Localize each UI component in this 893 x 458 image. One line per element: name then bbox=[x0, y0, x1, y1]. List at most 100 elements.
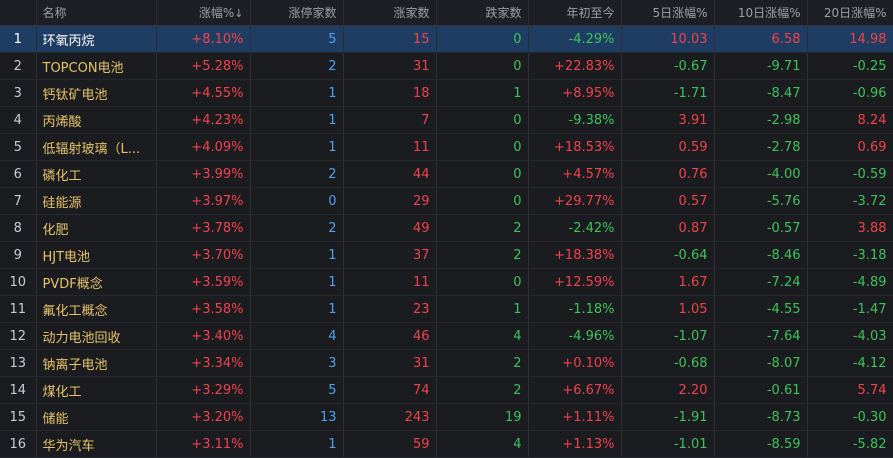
change-20d: 5.74 bbox=[807, 376, 893, 404]
table-row[interactable]: 14 煤化工 +3.29% 5 74 2 +6.67% 2.20 -0.61 5.74 bbox=[0, 376, 893, 404]
up-count: 15 bbox=[343, 25, 437, 53]
change-5d: 1.05 bbox=[621, 295, 715, 323]
table-row[interactable]: 11 氟化工概念 +3.58% 1 23 1 -1.18% 1.05 -4.55 -1.47 bbox=[0, 295, 893, 323]
ytd-change: +29.77% bbox=[528, 187, 622, 215]
row-index: 10 bbox=[0, 268, 37, 296]
sector-table: 名称 涨幅%↓ 涨停家数 涨家数 跌家数 年初至今 5日涨幅% 10日涨幅% 2… bbox=[0, 0, 893, 458]
ytd-change: +1.13% bbox=[528, 430, 622, 458]
table-row[interactable]: 2 TOPCON电池 +5.28% 2 31 0 +22.83% -0.67 -9.71 -0.2… bbox=[0, 52, 893, 80]
ytd-change: +12.59% bbox=[528, 268, 622, 296]
row-index: 14 bbox=[0, 376, 37, 404]
sector-name: PVDF概念 bbox=[36, 268, 157, 296]
table-row[interactable]: 16 华为汽车 +3.11% 1 59 4 +1.13% -1.01 -8.59 -5.82 bbox=[0, 430, 893, 458]
change-5d: 0.57 bbox=[621, 187, 715, 215]
change-pct: +3.97% bbox=[156, 187, 251, 215]
limit-up-count: 5 bbox=[250, 25, 344, 53]
change-20d: 3.88 bbox=[807, 214, 893, 242]
down-count: 1 bbox=[436, 295, 529, 323]
table-row[interactable]: 12 动力电池回收 +3.40% 4 46 4 -4.96% -1.07 -7.64 -4.03 bbox=[0, 322, 893, 350]
table-row[interactable]: 8 化肥 +3.78% 2 49 2 -2.42% 0.87 -0.57 3.88 bbox=[0, 214, 893, 242]
change-20d: -3.18 bbox=[807, 241, 893, 269]
change-10d: -8.07 bbox=[714, 349, 808, 377]
table-row[interactable]: 10 PVDF概念 +3.59% 1 11 0 +12.59% 1.67 -7.24 -4.89 bbox=[0, 268, 893, 296]
header-10d[interactable]: 10日涨幅% bbox=[714, 0, 808, 26]
ytd-change: +4.57% bbox=[528, 160, 622, 188]
row-index: 15 bbox=[0, 403, 37, 431]
change-20d: -4.89 bbox=[807, 268, 893, 296]
table-row[interactable]: 3 钙钛矿电池 +4.55% 1 18 1 +8.95% -1.71 -8.47 -0.96 bbox=[0, 79, 893, 107]
change-pct: +3.20% bbox=[156, 403, 251, 431]
change-5d: -1.91 bbox=[621, 403, 715, 431]
limit-up-count: 13 bbox=[250, 403, 344, 431]
ytd-change: +22.83% bbox=[528, 52, 622, 80]
change-5d: 0.87 bbox=[621, 214, 715, 242]
up-count: 44 bbox=[343, 160, 437, 188]
change-5d: -0.68 bbox=[621, 349, 715, 377]
sector-name: 储能 bbox=[36, 403, 157, 431]
table-row[interactable]: 5 低辐射玻璃（L... +4.09% 1 11 0 +18.53% 0.59 -2.78 0.6… bbox=[0, 133, 893, 161]
down-count: 0 bbox=[436, 25, 529, 53]
down-count: 1 bbox=[436, 79, 529, 107]
ytd-change: +1.11% bbox=[528, 403, 622, 431]
change-10d: -2.78 bbox=[714, 133, 808, 161]
sector-name: 丙烯酸 bbox=[36, 106, 157, 134]
change-10d: -4.55 bbox=[714, 295, 808, 323]
table-row[interactable]: 6 磷化工 +3.99% 2 44 0 +4.57% 0.76 -4.00 -0.59 bbox=[0, 160, 893, 188]
down-count: 0 bbox=[436, 133, 529, 161]
change-20d: -5.82 bbox=[807, 430, 893, 458]
ytd-change: +0.10% bbox=[528, 349, 622, 377]
down-count: 0 bbox=[436, 187, 529, 215]
ytd-change: -4.96% bbox=[528, 322, 622, 350]
limit-up-count: 4 bbox=[250, 322, 344, 350]
limit-up-count: 3 bbox=[250, 349, 344, 377]
row-index: 2 bbox=[0, 52, 37, 80]
change-10d: -2.98 bbox=[714, 106, 808, 134]
row-index: 12 bbox=[0, 322, 37, 350]
table-row[interactable]: 9 HJT电池 +3.70% 1 37 2 +18.38% -0.64 -8.46 -3.18 bbox=[0, 241, 893, 269]
ytd-change: -4.29% bbox=[528, 25, 622, 53]
header-20d[interactable]: 20日涨幅% bbox=[807, 0, 893, 26]
table-row[interactable]: 7 硅能源 +3.97% 0 29 0 +29.77% 0.57 -5.76 -3.72 bbox=[0, 187, 893, 215]
ytd-change: +18.38% bbox=[528, 241, 622, 269]
header-5d[interactable]: 5日涨幅% bbox=[621, 0, 715, 26]
row-index: 6 bbox=[0, 160, 37, 188]
change-pct: +4.09% bbox=[156, 133, 251, 161]
limit-up-count: 1 bbox=[250, 79, 344, 107]
sort-desc-icon: ↓ bbox=[234, 7, 244, 20]
change-pct: +3.78% bbox=[156, 214, 251, 242]
down-count: 2 bbox=[436, 241, 529, 269]
limit-up-count: 1 bbox=[250, 268, 344, 296]
change-10d: -8.47 bbox=[714, 79, 808, 107]
ytd-change: -1.18% bbox=[528, 295, 622, 323]
down-count: 2 bbox=[436, 376, 529, 404]
header-limit-up[interactable]: 涨停家数 bbox=[250, 0, 344, 26]
sector-name: 华为汽车 bbox=[36, 430, 157, 458]
change-pct: +3.59% bbox=[156, 268, 251, 296]
table-row[interactable]: 13 钠离子电池 +3.34% 3 31 2 +0.10% -0.68 -8.07 -4.12 bbox=[0, 349, 893, 377]
table-body: 1 环氧丙烷 +8.10% 5 15 0 -4.29% 10.03 6.58 14.98 2 TOPC… bbox=[0, 25, 893, 458]
header-down-count[interactable]: 跌家数 bbox=[436, 0, 529, 26]
header-name[interactable]: 名称 bbox=[36, 0, 157, 26]
down-count: 2 bbox=[436, 349, 529, 377]
header-up-count[interactable]: 涨家数 bbox=[343, 0, 437, 26]
change-20d: 14.98 bbox=[807, 25, 893, 53]
up-count: 7 bbox=[343, 106, 437, 134]
sector-name: 氟化工概念 bbox=[36, 295, 157, 323]
up-count: 74 bbox=[343, 376, 437, 404]
sector-quote-grid: 名称 涨幅%↓ 涨停家数 涨家数 跌家数 年初至今 5日涨幅% 10日涨幅% 2… bbox=[0, 0, 893, 458]
table-row[interactable]: 4 丙烯酸 +4.23% 1 7 0 -9.38% 3.91 -2.98 8.24 bbox=[0, 106, 893, 134]
row-index: 8 bbox=[0, 214, 37, 242]
down-count: 0 bbox=[436, 106, 529, 134]
sector-name: 动力电池回收 bbox=[36, 322, 157, 350]
table-row[interactable]: 1 环氧丙烷 +8.10% 5 15 0 -4.29% 10.03 6.58 14.98 bbox=[0, 25, 893, 53]
up-count: 29 bbox=[343, 187, 437, 215]
up-count: 31 bbox=[343, 349, 437, 377]
up-count: 11 bbox=[343, 133, 437, 161]
header-pct[interactable]: 涨幅%↓ bbox=[156, 0, 251, 26]
header-ytd[interactable]: 年初至今 bbox=[528, 0, 622, 26]
table-row[interactable]: 15 储能 +3.20% 13 243 19 +1.11% -1.91 -8.73 -0.30 bbox=[0, 403, 893, 431]
change-pct: +8.10% bbox=[156, 25, 251, 53]
change-20d: -0.96 bbox=[807, 79, 893, 107]
down-count: 4 bbox=[436, 430, 529, 458]
change-pct: +3.29% bbox=[156, 376, 251, 404]
